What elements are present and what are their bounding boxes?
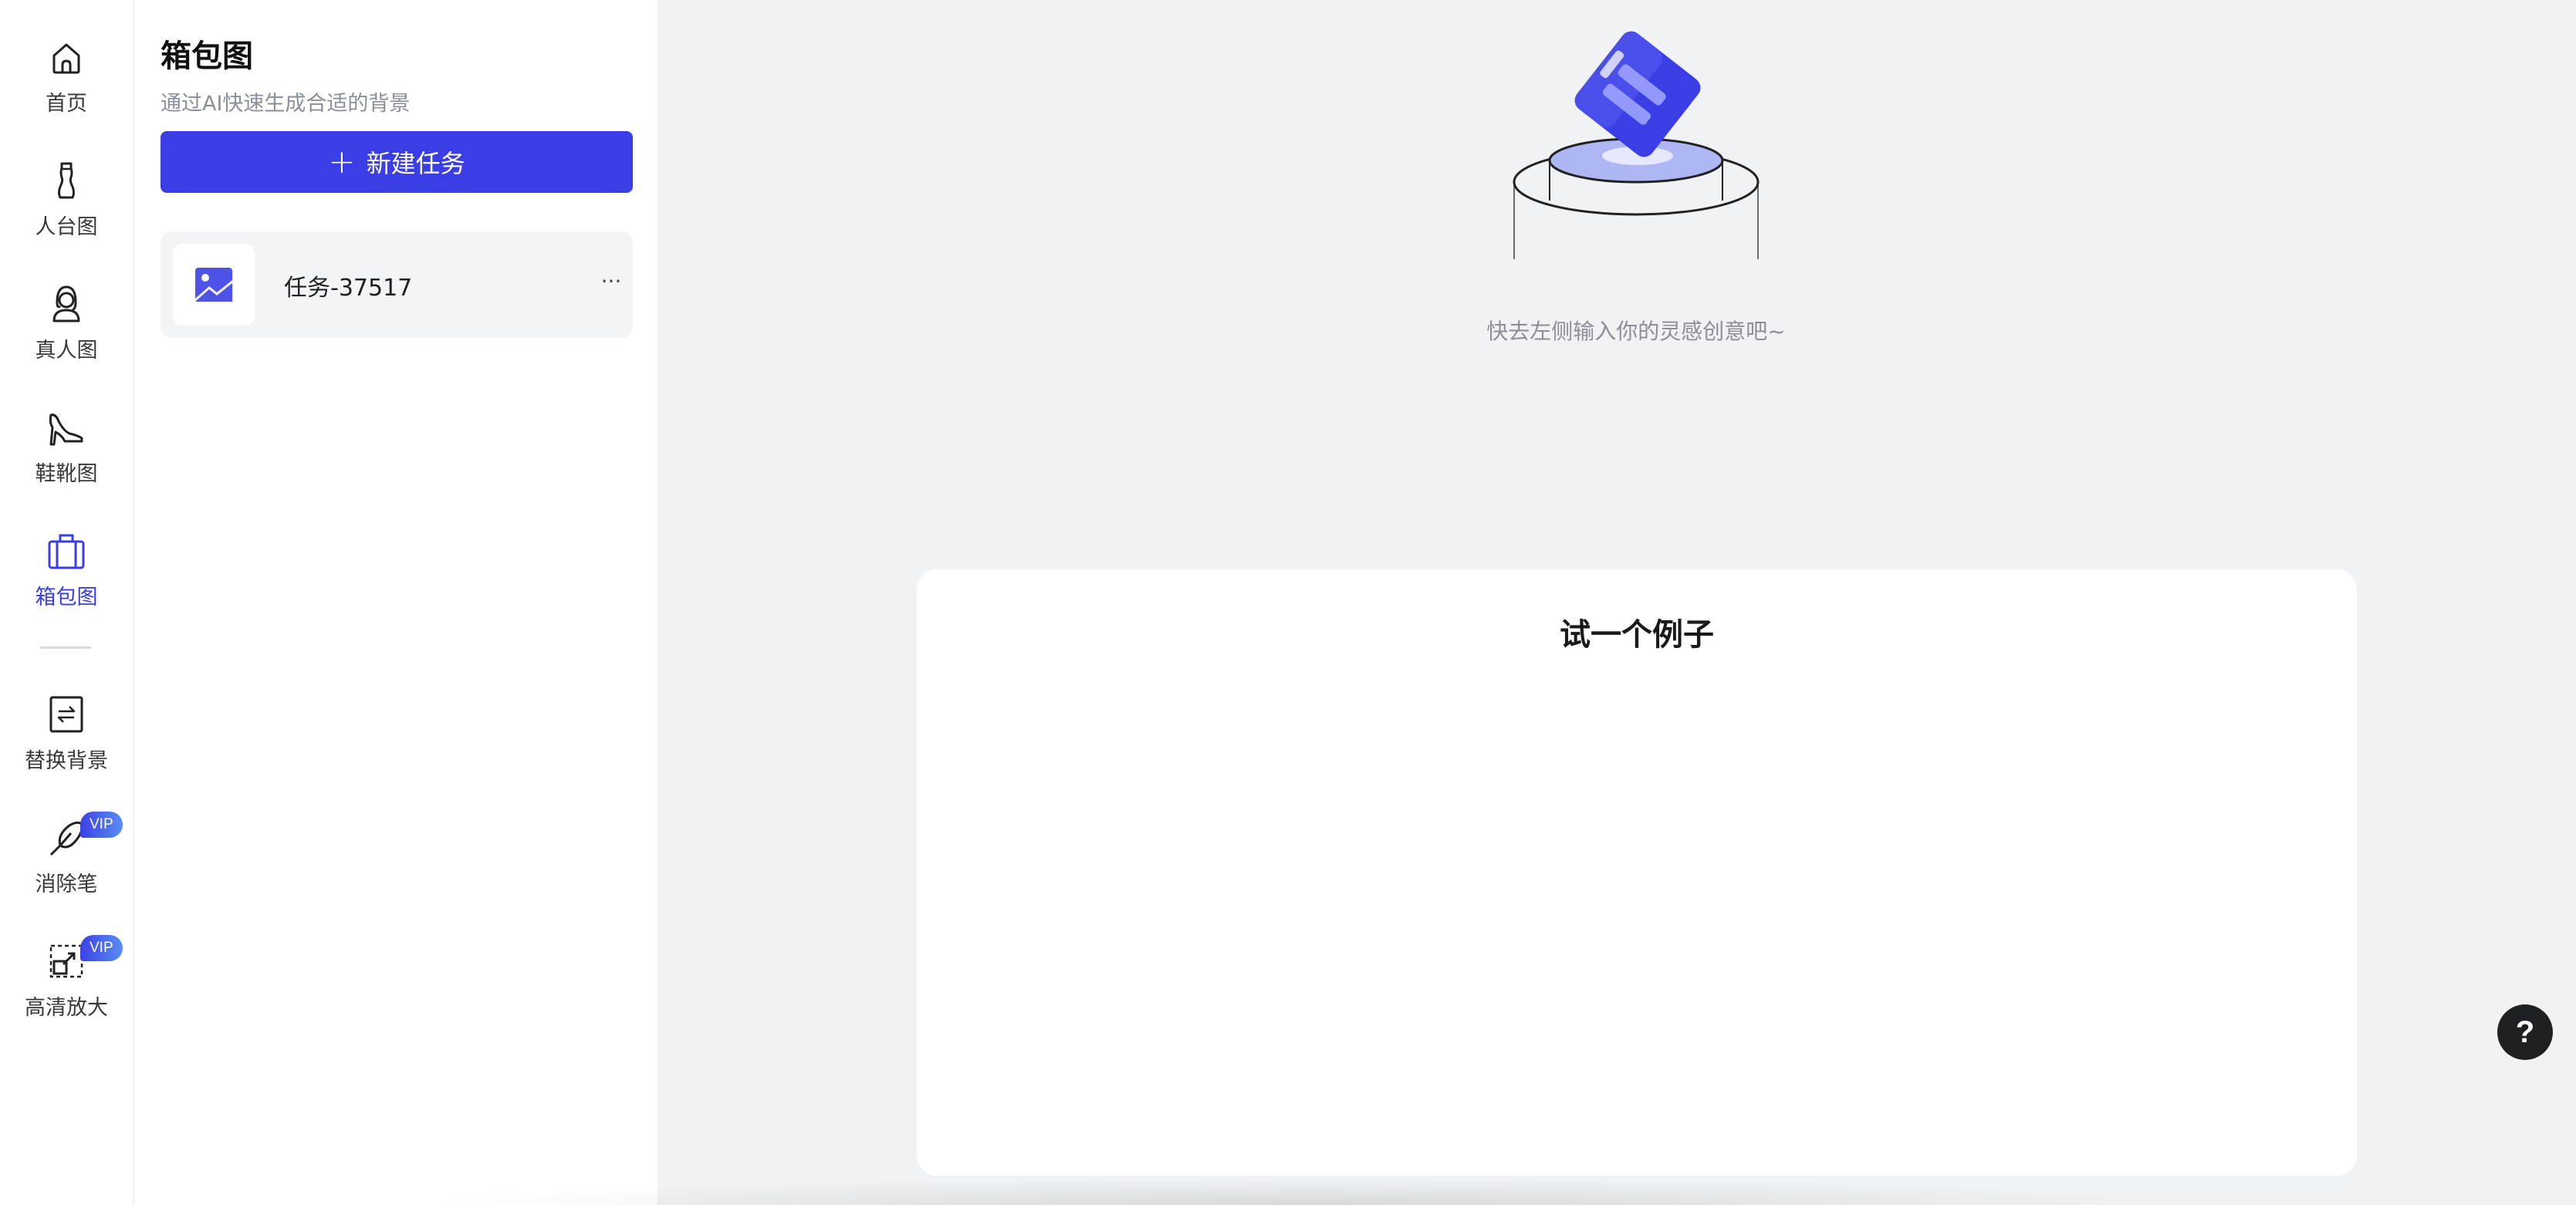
panel-title: 箱包图 bbox=[161, 39, 253, 74]
task-card[interactable]: 任务-37517 ··· bbox=[161, 231, 633, 338]
nav-item-label: 箱包图 bbox=[35, 586, 98, 609]
vip-badge: VIP bbox=[80, 812, 123, 838]
example-title: 试一个例子 bbox=[1560, 617, 1714, 653]
nav-item-replace-background[interactable]: 替换背景 bbox=[0, 688, 133, 790]
help-button[interactable]: ? bbox=[2497, 1004, 2553, 1060]
home-icon bbox=[43, 34, 90, 80]
nav-item-label: 消除笔 bbox=[35, 873, 98, 896]
nav-item-label: 鞋靴图 bbox=[35, 462, 98, 486]
example-card: 试一个例子 bbox=[917, 569, 2357, 1176]
plus-icon: + bbox=[328, 143, 356, 181]
swap-background-icon bbox=[43, 691, 90, 738]
task-name: 任务-37517 bbox=[284, 275, 413, 302]
task-more-menu[interactable]: ··· bbox=[597, 270, 625, 298]
nav-item-shoes[interactable]: 鞋靴图 bbox=[0, 401, 133, 503]
nav-divider bbox=[40, 646, 91, 649]
nav-item-person[interactable]: 真人图 bbox=[0, 278, 133, 380]
nav-item-label: 人台图 bbox=[35, 215, 98, 239]
nav-item-eraser[interactable]: VIP 消除笔 bbox=[0, 812, 133, 913]
mannequin-icon bbox=[43, 157, 90, 204]
nav-item-label: 替换背景 bbox=[25, 749, 108, 773]
nav-item-bags[interactable]: 箱包图 bbox=[0, 525, 133, 626]
empty-state-illustration bbox=[1505, 28, 1767, 267]
person-icon bbox=[43, 281, 90, 327]
new-task-label: 新建任务 bbox=[366, 149, 465, 178]
nav-item-mannequin[interactable]: 人台图 bbox=[0, 154, 133, 256]
empty-state-hint: 快去左侧输入你的灵感创意吧~ bbox=[1486, 319, 1786, 344]
nav-item-home[interactable]: 首页 bbox=[0, 31, 133, 133]
image-icon bbox=[195, 268, 232, 302]
panel-subtitle: 通过AI快速生成合适的背景 bbox=[161, 92, 411, 116]
high-heel-icon bbox=[43, 404, 90, 451]
nav-item-label: 首页 bbox=[46, 92, 87, 116]
bottom-shadow bbox=[417, 1177, 2207, 1205]
nav-item-label: 真人图 bbox=[35, 339, 98, 363]
nav-item-label: 高清放大 bbox=[25, 996, 108, 1020]
nav-item-upscale[interactable]: VIP 高清放大 bbox=[0, 935, 133, 1037]
vip-badge: VIP bbox=[80, 935, 123, 961]
task-thumbnail bbox=[173, 244, 255, 326]
new-task-button[interactable]: + 新建任务 bbox=[161, 131, 633, 193]
task-panel: 箱包图 通过AI快速生成合适的背景 + 新建任务 任务-37517 ··· bbox=[134, 0, 658, 1205]
left-nav-rail: 首页 人台图 真人图 鞋靴图 箱包图 替换背景 VIP 消除笔 VIP 高清放大 bbox=[0, 0, 134, 1205]
bag-icon bbox=[43, 528, 90, 574]
